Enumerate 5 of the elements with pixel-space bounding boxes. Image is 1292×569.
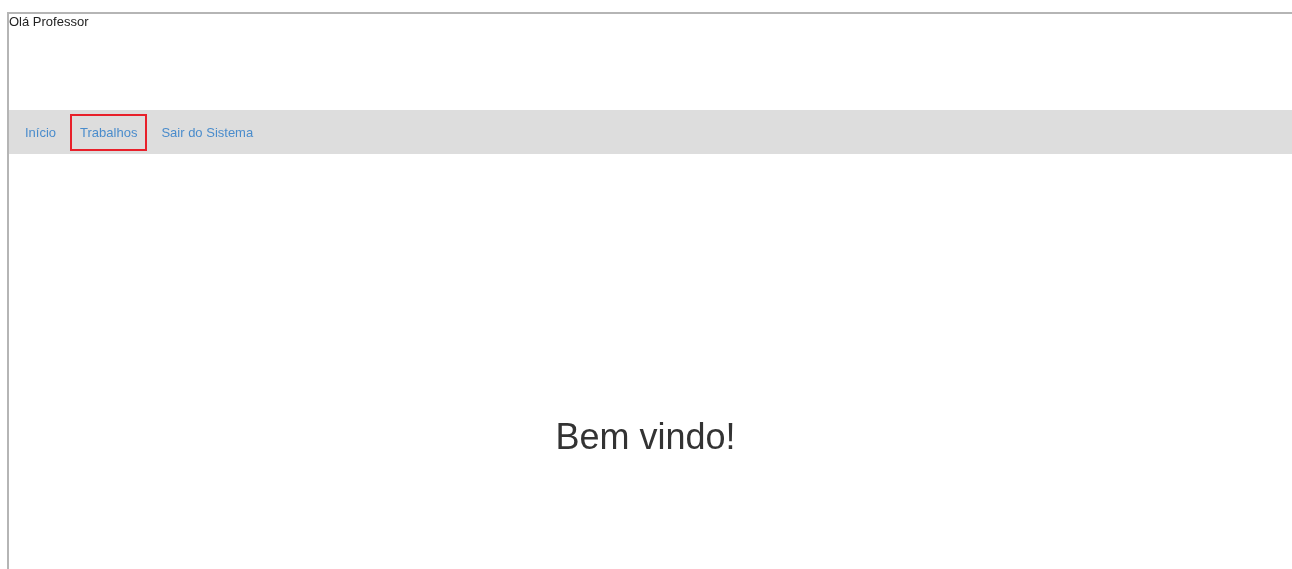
- welcome-heading: Bem vindo!: [555, 416, 736, 458]
- greeting-text: Olá Professor: [9, 14, 90, 31]
- nav-link[interactable]: Início: [15, 113, 67, 151]
- nav-link[interactable]: Sair do Sistema: [151, 113, 264, 151]
- nav-link[interactable]: Trabalhos: [70, 113, 148, 151]
